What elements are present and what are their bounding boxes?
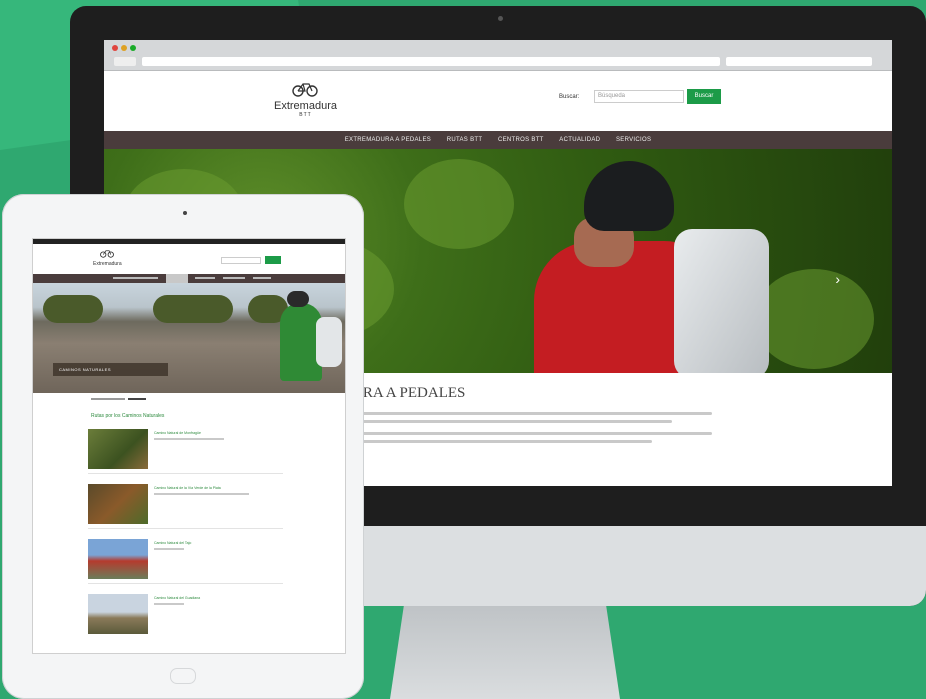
bicycle-logo-icon <box>274 81 337 100</box>
route-title[interactable]: Camino Natural de Monfragüe <box>154 431 201 435</box>
breadcrumb <box>33 393 345 407</box>
camera-icon <box>498 16 503 21</box>
route-title[interactable]: Camino Natural de la Vía Verde de la Pla… <box>154 486 221 490</box>
maximize-window-icon[interactable] <box>130 45 136 51</box>
route-list-item[interactable]: Camino Natural del Tajo <box>88 539 283 584</box>
tablet-nav-item[interactable] <box>223 277 245 279</box>
main-navigation: EXTREMADURA A PEDALES RUTAS BTT CENTROS … <box>104 131 892 149</box>
address-bar[interactable] <box>142 57 720 66</box>
browser-search-bar[interactable] <box>726 57 872 66</box>
hero-rider-backpack <box>674 229 769 373</box>
home-button-icon[interactable] <box>170 668 196 684</box>
tablet-hero-tree <box>43 295 103 323</box>
intro-text-line <box>352 412 712 415</box>
hero-foliage <box>754 269 874 369</box>
browser-chrome <box>104 40 892 71</box>
back-forward-buttons[interactable] <box>114 57 136 66</box>
route-thumbnail[interactable] <box>88 484 148 524</box>
close-window-icon[interactable] <box>112 45 118 51</box>
route-title[interactable]: Camino Natural del Tajo <box>154 541 191 545</box>
tablet-nav-item-active[interactable] <box>166 274 188 283</box>
tablet-site-logo[interactable]: Extremadura <box>93 249 122 267</box>
route-title[interactable]: Camino Natural del Guadiana <box>154 596 200 600</box>
route-description <box>154 438 224 440</box>
nav-item-extremadura-a-pedales[interactable]: EXTREMADURA A PEDALES <box>345 137 431 143</box>
search-button[interactable]: Buscar <box>687 89 721 104</box>
tablet-nav-item[interactable] <box>113 277 158 279</box>
tablet-logo-name: Extremadura <box>93 261 122 267</box>
route-description <box>154 493 249 495</box>
tablet-screen: Extremadura CAMINOS NATURALES Rutas por … <box>32 238 346 654</box>
breadcrumb-link[interactable] <box>91 398 125 400</box>
tablet-hero-tree <box>153 295 233 323</box>
site-logo[interactable]: Extremadura BTT <box>274 81 337 118</box>
tablet-hero-image: CAMINOS NATURALES <box>33 283 345 393</box>
tablet-nav-item[interactable] <box>195 277 215 279</box>
intro-text-line <box>352 440 652 443</box>
bicycle-logo-icon <box>93 249 122 261</box>
route-list-item[interactable]: Camino Natural de Monfragüe <box>88 429 283 474</box>
route-list-item[interactable]: Camino Natural del Guadiana <box>88 594 283 638</box>
route-description <box>154 603 184 605</box>
route-list-item[interactable]: Camino Natural de la Vía Verde de la Pla… <box>88 484 283 529</box>
route-thumbnail[interactable] <box>88 539 148 579</box>
route-thumbnail[interactable] <box>88 594 148 634</box>
logo-subtitle: BTT <box>299 112 312 118</box>
tablet-search-button[interactable] <box>265 256 281 264</box>
tablet-search-input[interactable] <box>221 257 261 264</box>
hero-foliage <box>404 159 514 249</box>
breadcrumb-current <box>128 398 146 400</box>
tablet-nav-item[interactable] <box>253 277 271 279</box>
camera-icon <box>183 211 187 215</box>
nav-item-centros-btt[interactable]: CENTROS BTT <box>498 137 544 143</box>
nav-item-servicios[interactable]: SERVICIOS <box>616 137 651 143</box>
tablet-navigation <box>33 274 345 283</box>
intro-text-line <box>352 432 712 435</box>
route-thumbnail[interactable] <box>88 429 148 469</box>
nav-item-actualidad[interactable]: ACTUALIDAD <box>559 137 600 143</box>
nav-item-rutas-btt[interactable]: RUTAS BTT <box>447 137 483 143</box>
intro-text-line <box>352 420 672 423</box>
search-input[interactable]: Búsqueda <box>594 90 684 103</box>
monitor-stand <box>390 606 620 699</box>
tablet-hero-rider-helmet <box>287 291 309 307</box>
section-title: Rutas por los Caminos Naturales <box>91 413 165 419</box>
search-label: Buscar: <box>559 94 580 100</box>
intro-title: URA A PEDALES <box>352 385 466 401</box>
chevron-right-icon[interactable]: › <box>835 271 840 287</box>
tablet-device: Extremadura CAMINOS NATURALES Rutas por … <box>2 194 364 699</box>
hero-caption: CAMINOS NATURALES <box>53 363 168 376</box>
minimize-window-icon[interactable] <box>121 45 127 51</box>
tablet-site-header: Extremadura <box>33 244 345 274</box>
tablet-hero-rider-backpack <box>316 317 342 367</box>
route-description <box>154 548 184 550</box>
site-header: Extremadura BTT Buscar: Búsqueda Buscar <box>104 71 892 131</box>
logo-name: Extremadura <box>274 100 337 112</box>
hero-rider-helmet <box>584 161 674 231</box>
